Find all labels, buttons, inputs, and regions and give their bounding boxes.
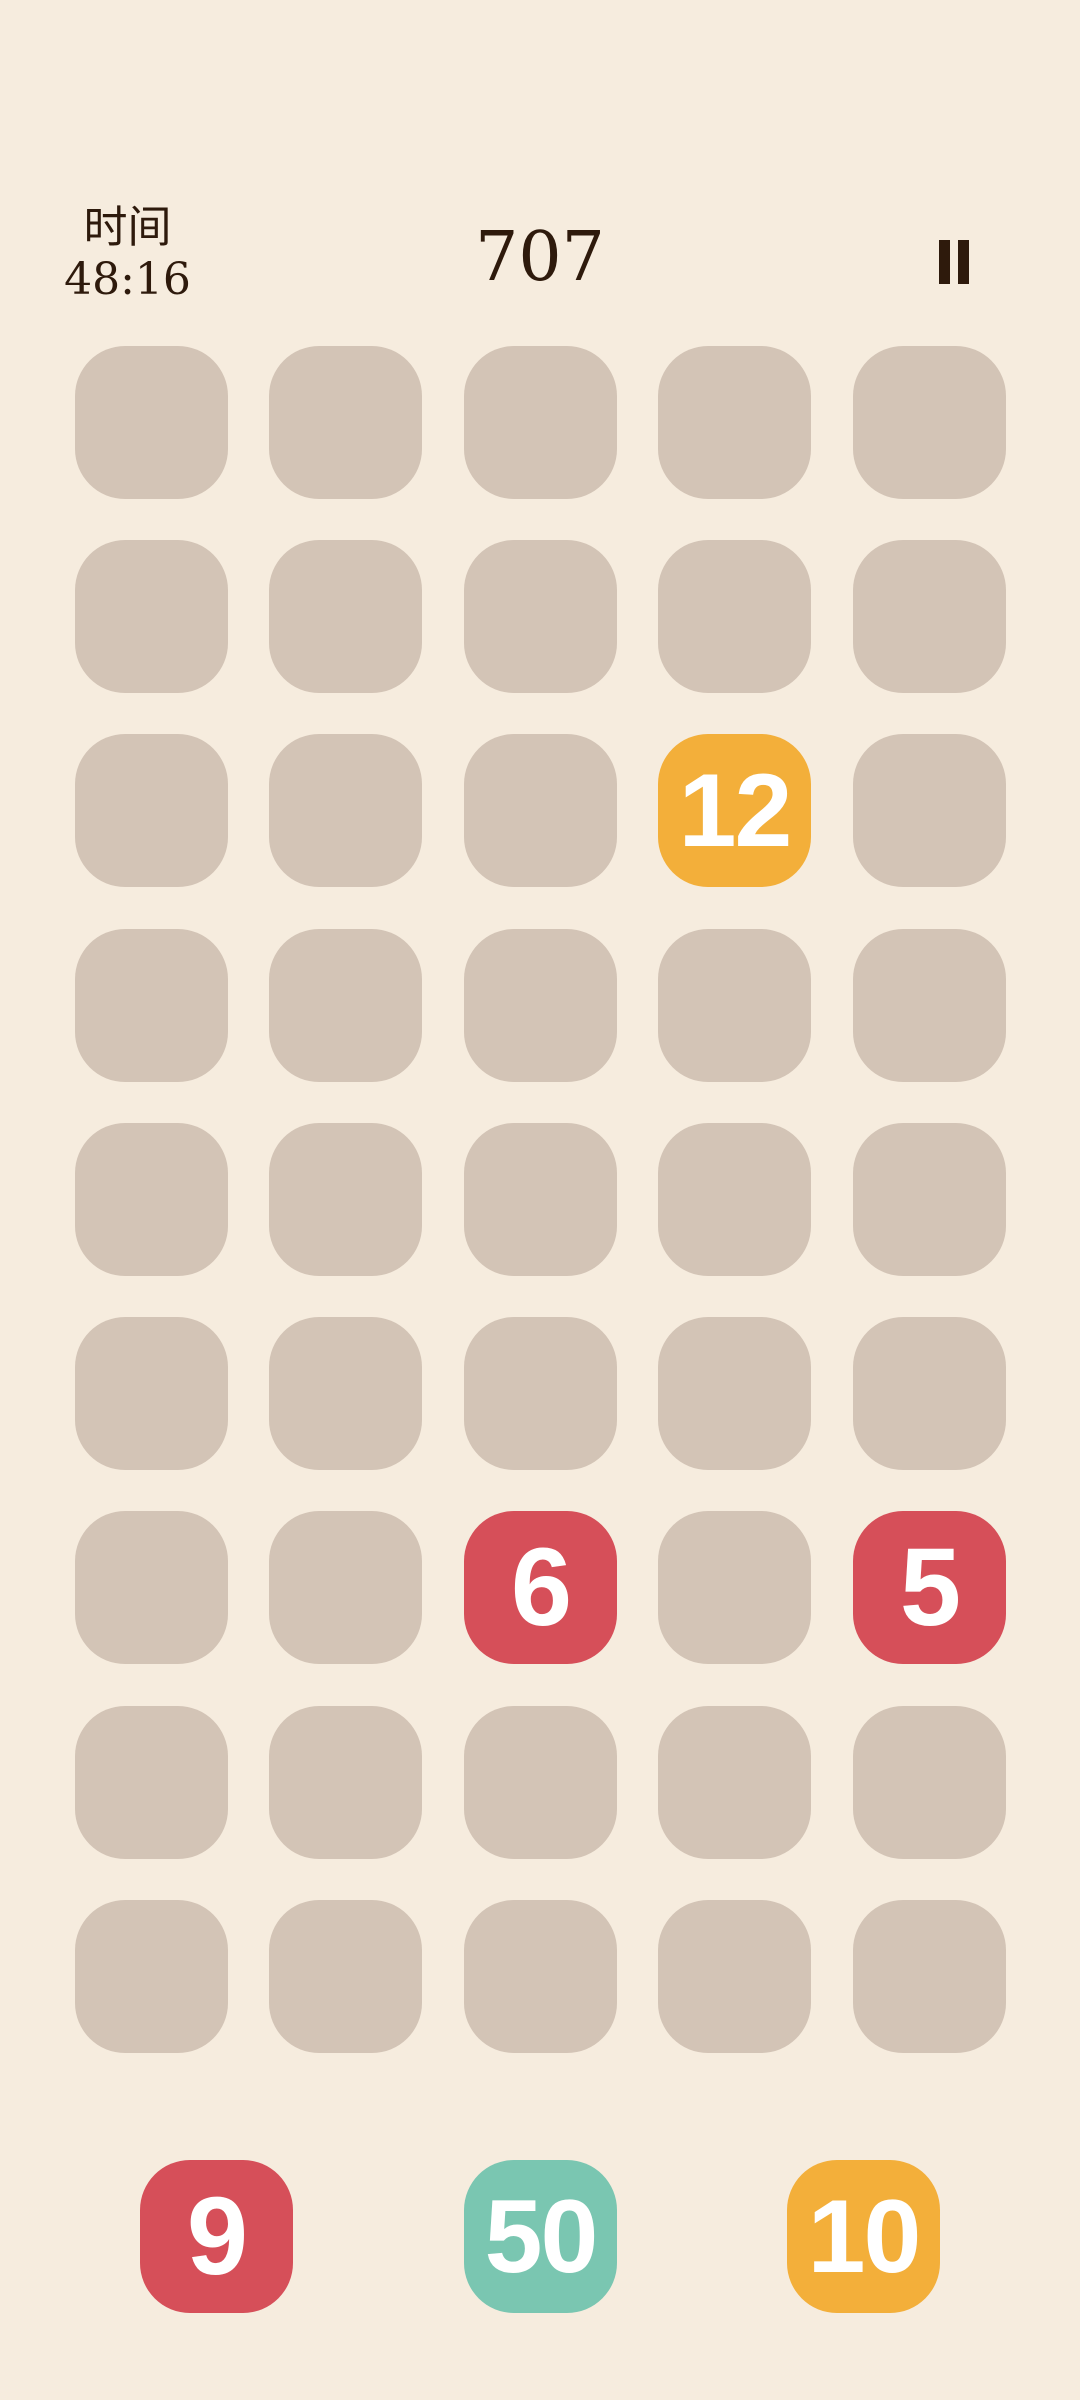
board-tile-value: 5 (899, 1525, 961, 1649)
board-cell-empty[interactable] (464, 734, 617, 887)
board-cell-empty[interactable] (75, 1123, 228, 1276)
board-cell-empty[interactable] (853, 1317, 1006, 1470)
board-cell-empty[interactable] (269, 929, 422, 1082)
tray-tile[interactable]: 10 (787, 2160, 940, 2313)
board-cell-empty[interactable] (853, 1900, 1006, 2053)
board-cell-empty[interactable] (658, 1511, 811, 1664)
board-cell-empty[interactable] (464, 929, 617, 1082)
board-cell-empty[interactable] (658, 1123, 811, 1276)
board-cell-empty[interactable] (269, 1706, 422, 1859)
board-cell-empty[interactable] (853, 540, 1006, 693)
board-cell-empty[interactable] (464, 1900, 617, 2053)
board-cell-empty[interactable] (464, 1706, 617, 1859)
board-tile-value: 12 (678, 752, 793, 869)
board-cell-empty[interactable] (75, 1511, 228, 1664)
board-cell-empty[interactable] (269, 1317, 422, 1470)
board-cell-empty[interactable] (269, 734, 422, 887)
board-cell-empty[interactable] (658, 346, 811, 499)
tray-tile-value: 10 (807, 2178, 922, 2295)
board-cell-empty[interactable] (464, 540, 617, 693)
board-cell-empty[interactable] (75, 346, 228, 499)
game-board: 12 6 5 (0, 0, 1080, 2100)
board-cell-empty[interactable] (75, 1706, 228, 1859)
board-cell-empty[interactable] (853, 734, 1006, 887)
board-tile-value: 6 (510, 1525, 572, 1649)
next-tiles-tray: 9 50 10 (0, 2160, 1080, 2313)
board-tile[interactable]: 6 (464, 1511, 617, 1664)
tray-tile-value: 9 (186, 2174, 248, 2298)
board-cell-empty[interactable] (658, 1900, 811, 2053)
board-cell-empty[interactable] (464, 1123, 617, 1276)
tray-tile[interactable]: 50 (464, 2160, 617, 2313)
board-cell-empty[interactable] (658, 540, 811, 693)
board-cell-empty[interactable] (269, 540, 422, 693)
board-cell-empty[interactable] (75, 1900, 228, 2053)
board-cell-empty[interactable] (75, 1317, 228, 1470)
board-cell-empty[interactable] (269, 346, 422, 499)
board-cell-empty[interactable] (658, 929, 811, 1082)
board-cell-empty[interactable] (853, 1123, 1006, 1276)
board-cell-empty[interactable] (75, 929, 228, 1082)
board-cell-empty[interactable] (269, 1123, 422, 1276)
board-cell-empty[interactable] (464, 1317, 617, 1470)
board-tile[interactable]: 5 (853, 1511, 1006, 1664)
board-cell-empty[interactable] (75, 734, 228, 887)
board-cell-empty[interactable] (853, 1706, 1006, 1859)
board-cell-empty[interactable] (658, 1706, 811, 1859)
board-cell-empty[interactable] (853, 346, 1006, 499)
tray-tile-value: 50 (484, 2178, 599, 2295)
board-cell-empty[interactable] (75, 540, 228, 693)
tray-tile[interactable]: 9 (140, 2160, 293, 2313)
board-cell-empty[interactable] (853, 929, 1006, 1082)
board-tile[interactable]: 12 (658, 734, 811, 887)
board-cell-empty[interactable] (269, 1511, 422, 1664)
board-cell-empty[interactable] (658, 1317, 811, 1470)
board-cell-empty[interactable] (464, 346, 617, 499)
board-cell-empty[interactable] (269, 1900, 422, 2053)
